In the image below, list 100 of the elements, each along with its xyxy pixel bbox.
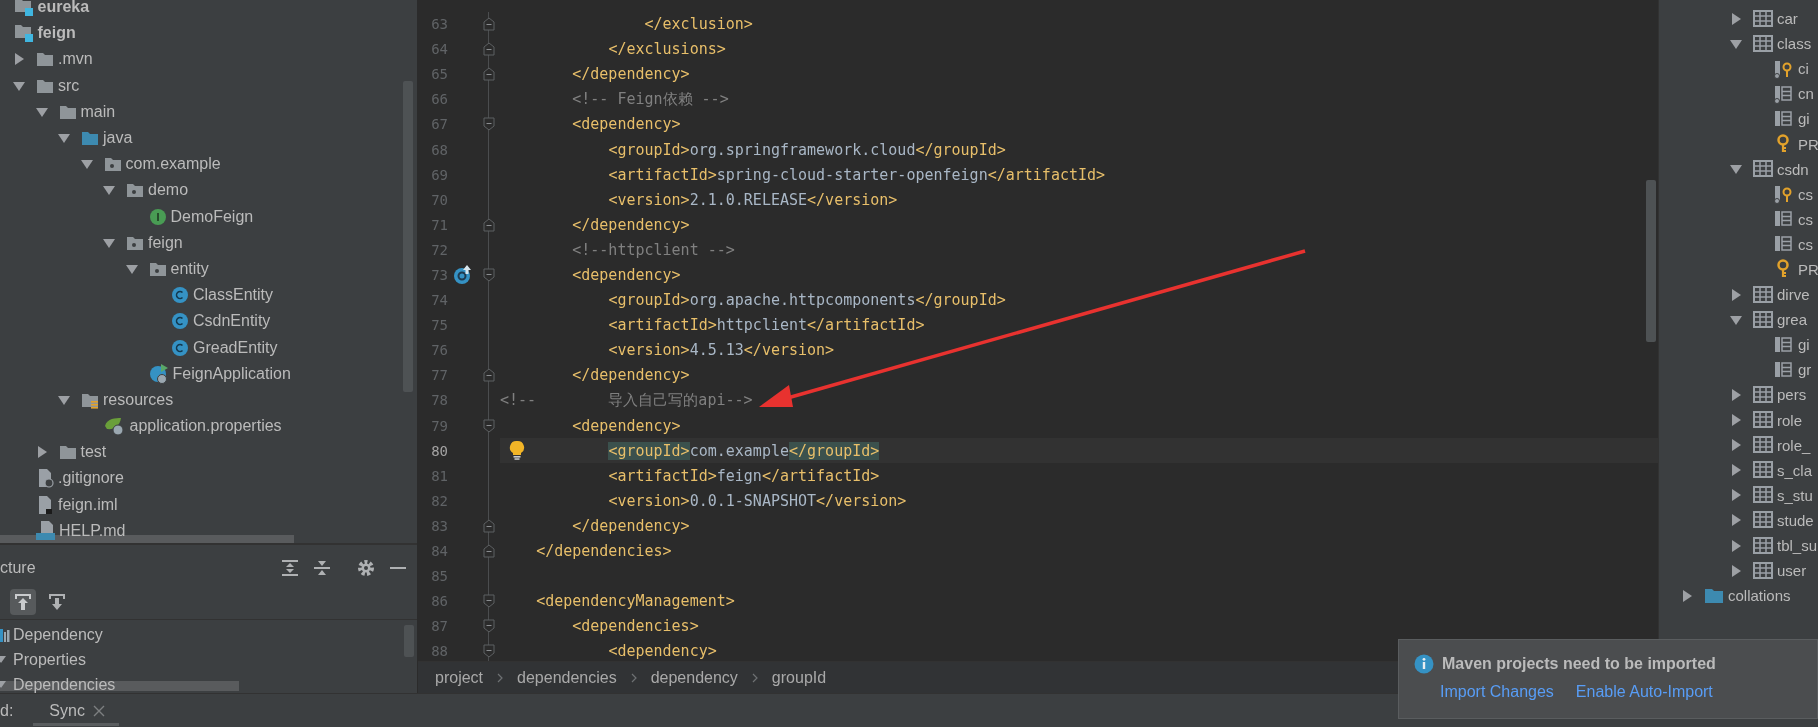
tree-item[interactable]: Properties	[13, 650, 86, 669]
tree-item[interactable]: role	[1777, 411, 1802, 429]
expand-arrow-icon[interactable]	[1730, 12, 1742, 25]
collapse-arrow-icon[interactable]	[58, 393, 70, 406]
expand-arrow-icon[interactable]	[1730, 439, 1742, 452]
tree-item[interactable]: feign	[148, 233, 183, 252]
collapse-arrow-icon[interactable]	[1730, 313, 1742, 326]
tree-item[interactable]: entity	[170, 259, 209, 278]
expand-arrow-icon[interactable]	[1730, 539, 1742, 552]
tree-item[interactable]: car	[1777, 10, 1798, 28]
tree-item[interactable]: PR	[1798, 135, 1818, 153]
tree-item[interactable]: cs	[1798, 185, 1813, 203]
tree-item[interactable]: .mvn	[58, 50, 93, 69]
expand-all-icon[interactable]	[281, 559, 299, 577]
tree-item[interactable]: CsdnEntity	[193, 312, 271, 331]
tree-item[interactable]: feign.iml	[58, 495, 118, 514]
expand-arrow-icon[interactable]	[1681, 589, 1693, 602]
line-number: 81	[430, 467, 448, 484]
collapse-arrow-icon[interactable]	[103, 236, 115, 249]
collapse-arrow-icon[interactable]	[1730, 37, 1742, 50]
expand-arrow-icon[interactable]	[1730, 288, 1742, 301]
tree-item[interactable]: main	[80, 102, 116, 121]
collapse-arrow-icon[interactable]	[1730, 163, 1742, 176]
tree-item[interactable]: gi	[1798, 110, 1810, 128]
code-line: <artifactId>httpclient</artifactId>	[607, 316, 925, 335]
tree-item[interactable]: ci	[1798, 60, 1809, 78]
breadcrumb-item[interactable]: dependency	[650, 668, 738, 687]
tree-item[interactable]: test	[80, 443, 107, 462]
tree-item[interactable]: cn	[1798, 85, 1814, 103]
collapse-arrow-icon[interactable]	[125, 262, 138, 275]
notification-title: Maven projects need to be imported	[1442, 655, 1716, 673]
tree-item[interactable]: stude	[1777, 511, 1814, 529]
tree-item[interactable]: gi	[1798, 336, 1810, 354]
tree-item[interactable]: csdn	[1777, 160, 1809, 178]
tree-item[interactable]: gr	[1798, 361, 1812, 379]
tree-item[interactable]: PR	[1798, 261, 1818, 278]
leaf-gear-icon	[103, 416, 126, 437]
breadcrumb-item[interactable]: groupId	[771, 668, 827, 687]
tree-item[interactable]: dirve	[1777, 286, 1810, 304]
tree-item[interactable]: src	[58, 76, 80, 95]
tree-item[interactable]: class	[1777, 35, 1812, 53]
expand-arrow-icon[interactable]	[13, 53, 25, 66]
tree-item[interactable]: GreadEntity	[193, 338, 278, 357]
expand-arrow-icon[interactable]	[1730, 514, 1742, 527]
sync-tab[interactable]: Sync	[33, 695, 119, 726]
expand-arrow-icon[interactable]	[1730, 489, 1742, 502]
chevron-right-icon	[751, 672, 758, 683]
tree-item[interactable]: cs	[1798, 235, 1813, 253]
sort-up-button[interactable]	[10, 589, 36, 615]
breadcrumb-item[interactable]: project	[435, 668, 484, 687]
file-icon	[36, 494, 54, 515]
tree-item[interactable]: com.example	[125, 155, 221, 174]
settings-icon[interactable]	[357, 559, 375, 577]
tree-item[interactable]: tbl_su	[1777, 537, 1818, 554]
tree-item[interactable]: Dependency	[13, 625, 103, 644]
collapse-all-icon[interactable]	[313, 559, 331, 577]
line-number: 63	[430, 16, 448, 33]
tree-item[interactable]: cs	[1798, 210, 1813, 228]
tree-item[interactable]: resources	[103, 390, 174, 409]
tree-item[interactable]: ClassEntity	[193, 286, 274, 305]
breadcrumb-item[interactable]: dependencies	[517, 668, 617, 687]
tree-item[interactable]: grea	[1777, 311, 1808, 329]
tree-item[interactable]: eureka	[37, 0, 90, 17]
table-icon	[1753, 410, 1773, 431]
tree-item[interactable]: pers	[1777, 386, 1807, 404]
tree-item[interactable]: s_stu	[1777, 486, 1813, 504]
close-icon[interactable]	[92, 704, 105, 717]
tree-item[interactable]: DemoFeign	[170, 207, 254, 226]
collapse-arrow-icon[interactable]	[13, 79, 25, 92]
tree-item[interactable]: HELP.md	[59, 521, 126, 540]
expand-arrow-icon[interactable]	[1730, 414, 1742, 427]
tree-item[interactable]: collations	[1728, 587, 1791, 605]
collapse-arrow-icon[interactable]	[35, 105, 48, 118]
expand-arrow-icon[interactable]	[1730, 564, 1742, 577]
table-icon	[1753, 33, 1773, 54]
tree-item[interactable]: feign	[37, 24, 76, 43]
link[interactable]: Import Changes	[1440, 683, 1554, 701]
tree-item[interactable]: java	[103, 129, 133, 148]
link[interactable]: Enable Auto-Import	[1575, 683, 1713, 701]
tree-item[interactable]: application.properties	[129, 417, 282, 436]
expand-arrow-icon[interactable]	[1730, 464, 1742, 477]
code-line: <!-- Feign依赖 -->	[571, 89, 729, 109]
tree-item[interactable]: demo	[148, 181, 189, 200]
collapse-arrow-icon[interactable]	[103, 184, 115, 197]
scrollbar-thumb[interactable]	[1646, 180, 1656, 342]
tree-item[interactable]: user	[1777, 562, 1807, 580]
code-line: <version>0.0.1-SNAPSHOT</version>	[607, 491, 907, 510]
tree-item[interactable]: FeignApplication	[172, 364, 291, 383]
collapse-arrow-icon[interactable]	[80, 158, 93, 171]
table-icon	[1753, 485, 1773, 506]
tree-item[interactable]: s_cla	[1777, 461, 1813, 479]
expand-arrow-icon[interactable]	[35, 446, 48, 459]
tree-item[interactable]: Dependencies	[13, 675, 116, 693]
line-number: 69	[430, 166, 448, 183]
scrollbar-thumb[interactable]	[0, 535, 294, 543]
collapse-arrow-icon[interactable]	[58, 132, 70, 145]
expand-arrow-icon[interactable]	[1730, 388, 1742, 401]
tree-item[interactable]: role_	[1777, 436, 1811, 454]
tree-item[interactable]: .gitignore	[58, 469, 124, 488]
line-number: 76	[430, 342, 448, 359]
